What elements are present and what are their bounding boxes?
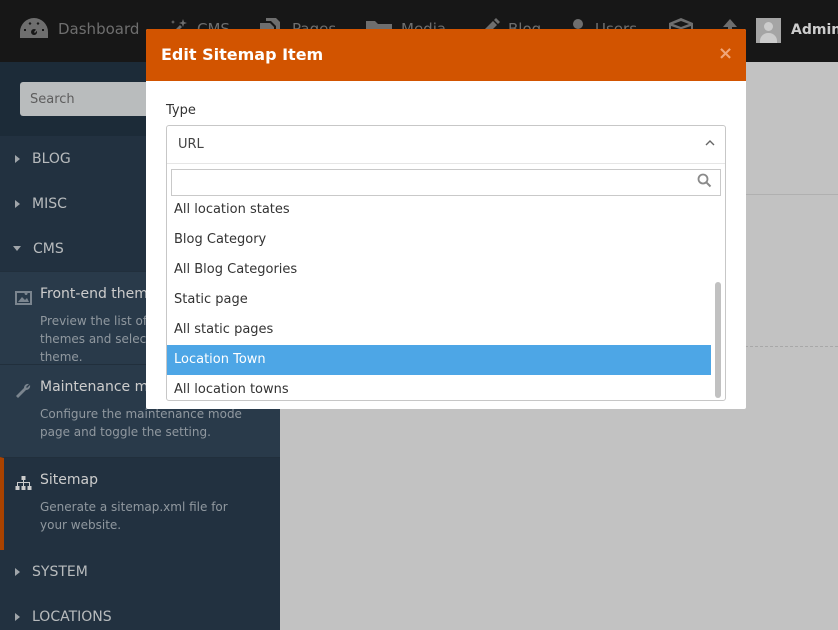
scrollbar-thumb[interactable]	[715, 282, 721, 398]
type-select: URL All location states Blog Category Al…	[166, 125, 726, 401]
type-select-toggle[interactable]: URL	[167, 126, 725, 164]
dropdown-option[interactable]: All static pages	[167, 315, 711, 345]
chevron-up-icon	[705, 140, 715, 146]
dropdown-scrollbar[interactable]	[714, 200, 722, 400]
dropdown-option[interactable]: Static page	[167, 285, 711, 315]
dropdown-option[interactable]: All location towns	[167, 375, 711, 401]
dropdown-option[interactable]: All Blog Categories	[167, 255, 711, 285]
edit-sitemap-item-dialog: Edit Sitemap Item × Type URL All locatio…	[146, 29, 746, 409]
search-icon	[697, 173, 712, 188]
dropdown-option-highlighted[interactable]: Location Town	[167, 345, 711, 375]
type-select-value: URL	[178, 137, 204, 152]
modal-title: Edit Sitemap Item	[161, 45, 324, 64]
dropdown-option[interactable]: Blog Category	[167, 225, 711, 255]
dropdown-options-list: All location states Blog Category All Bl…	[167, 200, 711, 401]
type-label: Type	[166, 103, 196, 118]
close-button[interactable]: ×	[718, 43, 733, 64]
dropdown-search-input[interactable]	[171, 169, 721, 196]
modal-header: Edit Sitemap Item ×	[146, 29, 746, 81]
dropdown-option[interactable]: All location states	[167, 200, 711, 225]
